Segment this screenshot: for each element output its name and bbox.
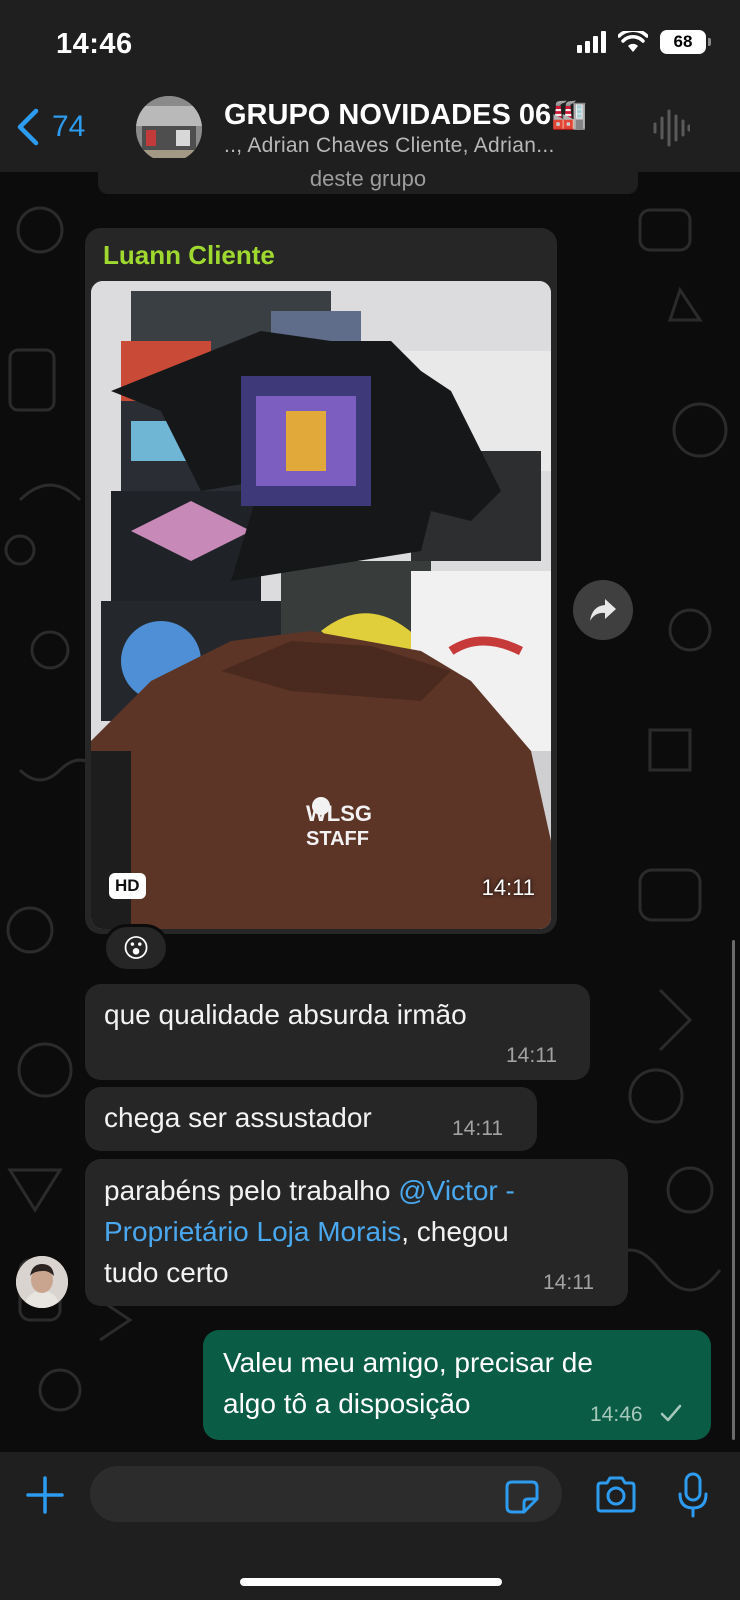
group-title[interactable]: GRUPO NOVIDADES 06🏭 xyxy=(224,98,587,132)
scrollbar[interactable] xyxy=(732,940,735,1440)
reaction-badge[interactable]: 😮 xyxy=(103,924,169,972)
cellular-signal-icon xyxy=(577,31,606,53)
message-time: 14:11 xyxy=(506,1044,557,1067)
mention-link[interactable]: @Victor - xyxy=(398,1175,515,1206)
forward-icon xyxy=(590,599,616,621)
sticker-icon[interactable] xyxy=(504,1479,540,1515)
message-time: 14:11 xyxy=(543,1271,594,1294)
back-button[interactable]: 74 xyxy=(14,108,85,146)
microphone-icon[interactable] xyxy=(676,1472,710,1518)
message-text: parabéns pelo trabalho @Victor - Proprie… xyxy=(104,1175,515,1288)
forward-button[interactable] xyxy=(573,580,633,640)
home-indicator[interactable] xyxy=(240,1578,502,1586)
shared-photo[interactable]: WLSG STAFF HD 14:11 xyxy=(91,281,551,929)
sender-name[interactable]: Luann Cliente xyxy=(103,240,275,271)
group-members[interactable]: .., Adrian Chaves Cliente, Adrian... xyxy=(224,134,555,158)
status-icons: 68 xyxy=(577,30,711,54)
message-text: Valeu meu amigo, precisar de algo tô a d… xyxy=(223,1347,593,1419)
wifi-icon xyxy=(618,31,648,52)
message-time: 14:11 xyxy=(452,1117,503,1140)
hd-badge: HD xyxy=(109,873,146,899)
message-text: chega ser assustador xyxy=(104,1102,372,1133)
svg-text:STAFF: STAFF xyxy=(306,828,369,850)
system-notice: deste grupo xyxy=(98,158,638,194)
mention-link[interactable]: Proprietário Loja Morais xyxy=(104,1216,401,1247)
sender-avatar[interactable] xyxy=(16,1256,68,1308)
message-text: que qualidade absurda irmão xyxy=(104,999,467,1030)
camera-icon[interactable] xyxy=(594,1476,638,1514)
battery-indicator: 68 xyxy=(660,30,711,54)
sent-check-icon xyxy=(660,1404,682,1422)
plus-icon[interactable] xyxy=(26,1476,64,1514)
group-avatar[interactable] xyxy=(136,96,202,162)
chevron-left-icon xyxy=(17,108,39,146)
factory-emoji: 🏭 xyxy=(551,99,588,131)
voice-chat-icon[interactable] xyxy=(652,108,690,148)
message-time: 14:11 xyxy=(481,875,535,900)
message-input[interactable] xyxy=(90,1466,562,1522)
unread-count: 74 xyxy=(52,110,86,143)
astonished-emoji: 😮 xyxy=(122,932,150,963)
message-time: 14:46 xyxy=(590,1403,643,1426)
status-time: 14:46 xyxy=(56,28,133,60)
